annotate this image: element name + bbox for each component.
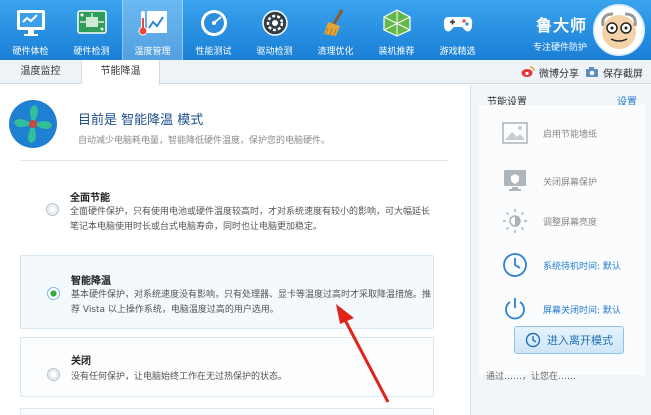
nav-label: 硬件检测 <box>73 47 110 57</box>
nav-temperature-management[interactable]: 温度管理 <box>122 0 183 60</box>
brightness-icon <box>501 207 529 235</box>
sub-actions: 微博分享 保存截屏 <box>521 60 643 84</box>
nav-performance-test[interactable]: 性能测试 <box>183 0 244 60</box>
circuit-board-icon <box>74 6 110 40</box>
setting-label: 系统待机时间: 默认 <box>543 261 621 272</box>
option-full-saving[interactable]: 全面节能 全面硬件保护，只有使用电池或硬件温度较高时，才对系统速度有较小的影响，… <box>20 181 434 241</box>
mascot-face-icon <box>601 12 637 49</box>
nav-label: 装机推荐 <box>378 47 415 57</box>
divider <box>20 160 448 161</box>
nav-hardware-detect[interactable]: 硬件检测 <box>61 0 122 60</box>
setting-label: 屏幕关闭时间: 默认 <box>543 305 621 316</box>
setting-energy-wallpaper[interactable]: 启用节能墙纸 <box>501 119 651 147</box>
radio-smart-cooling[interactable] <box>47 287 60 300</box>
wallpaper-icon <box>501 119 529 147</box>
setting-screensaver[interactable]: 关闭屏幕保护 <box>501 167 651 195</box>
option-title: 关闭 <box>71 356 91 367</box>
clock-icon <box>501 251 529 279</box>
nav-clean-optimize[interactable]: 清理优化 <box>305 0 366 60</box>
thermometer-chart-icon <box>135 6 171 40</box>
nav-hardware-checkup[interactable]: 硬件体检 <box>0 0 61 60</box>
annotation-arrow-icon <box>336 304 390 403</box>
top-bar: 硬件体检 硬件检测 温度管理 性能测试 驱动检测 清理优化 装机推荐 游戏精选 … <box>0 0 651 60</box>
nav-label: 温度管理 <box>134 47 171 57</box>
option-title: 全面节能 <box>70 193 110 204</box>
nav-game-picks[interactable]: 游戏精选 <box>427 0 488 60</box>
option-title: 智能降温 <box>71 276 111 287</box>
nav-label: 驱动检测 <box>256 47 293 57</box>
sub-tab-bar: 温度监控 节能降温 微博分享 保存截屏 <box>0 60 651 85</box>
mascot-avatar[interactable] <box>593 4 645 56</box>
screensaver-icon <box>501 167 529 195</box>
gamepad-icon <box>440 6 476 40</box>
weibo-icon <box>521 66 535 77</box>
enter-away-mode-label: 进入离开模式 <box>547 334 613 347</box>
broom-icon <box>318 6 354 40</box>
cube-icon <box>379 6 415 40</box>
radio-full-saving[interactable] <box>46 203 59 216</box>
nav-label: 游戏精选 <box>439 47 476 57</box>
monitor-icon <box>13 6 49 40</box>
setting-screen-off-time[interactable]: 屏幕关闭时间: 默认 <box>501 295 651 323</box>
mode-title: 目前是 智能降温 模式 <box>78 113 204 128</box>
nav-driver-detect[interactable]: 驱动检测 <box>244 0 305 60</box>
main-nav: 硬件体检 硬件检测 温度管理 性能测试 驱动检测 清理优化 装机推荐 游戏精选 <box>0 0 488 60</box>
power-icon <box>501 295 529 323</box>
energy-settings-panel: 节能设置 设置 启用节能墙纸 关闭屏幕保护 调整屏幕亮度 系统待机时间: 默认 <box>470 85 651 415</box>
camera-icon <box>586 67 598 77</box>
setting-standby-time[interactable]: 系统待机时间: 默认 <box>501 251 651 279</box>
weibo-share-label: 微博分享 <box>539 68 579 80</box>
setting-label: 启用节能墙纸 <box>543 129 598 140</box>
nav-build-recommend[interactable]: 装机推荐 <box>366 0 427 60</box>
nav-label: 清理优化 <box>317 47 354 57</box>
mode-description: 自动减少电脑耗电量，智能降低硬件温度，保护您的电脑硬件。 <box>78 136 331 146</box>
enter-away-mode-button[interactable]: 进入离开模式 <box>514 326 624 354</box>
setting-label: 关闭屏幕保护 <box>543 177 598 188</box>
tab-energy-saving[interactable]: 节能降温 <box>82 60 160 85</box>
tab-temperature-monitor[interactable]: 温度监控 <box>0 60 82 84</box>
fan-icon <box>8 99 58 149</box>
brand: 鲁大师 专注硬件防护 <box>533 12 587 53</box>
weibo-share-button[interactable]: 微博分享 <box>521 65 579 80</box>
radio-off[interactable] <box>47 368 60 381</box>
gear-icon <box>257 6 293 40</box>
brand-name: 鲁大师 <box>535 16 587 35</box>
save-screenshot-label: 保存截屏 <box>603 68 643 80</box>
setting-label: 调整屏幕亮度 <box>543 217 598 228</box>
nav-label: 性能测试 <box>195 47 232 57</box>
nav-label: 硬件体检 <box>12 47 49 57</box>
mode-header: 目前是 智能降温 模式 自动减少电脑耗电量，智能降低硬件温度，保护您的电脑硬件。 <box>8 99 448 149</box>
save-screenshot-button[interactable]: 保存截屏 <box>585 65 643 80</box>
brand-subtitle: 专注硬件防护 <box>532 43 587 53</box>
option-description: 全面硬件保护，只有使用电池或硬件温度较高时，才对系统速度有较小的影响，可大幅延长… <box>70 207 431 232</box>
away-mode-icon <box>525 332 541 348</box>
speedometer-icon <box>196 6 232 40</box>
setting-brightness[interactable]: 调整屏幕亮度 <box>501 207 651 235</box>
panel-note: 通过……，让您在…… <box>486 372 577 382</box>
